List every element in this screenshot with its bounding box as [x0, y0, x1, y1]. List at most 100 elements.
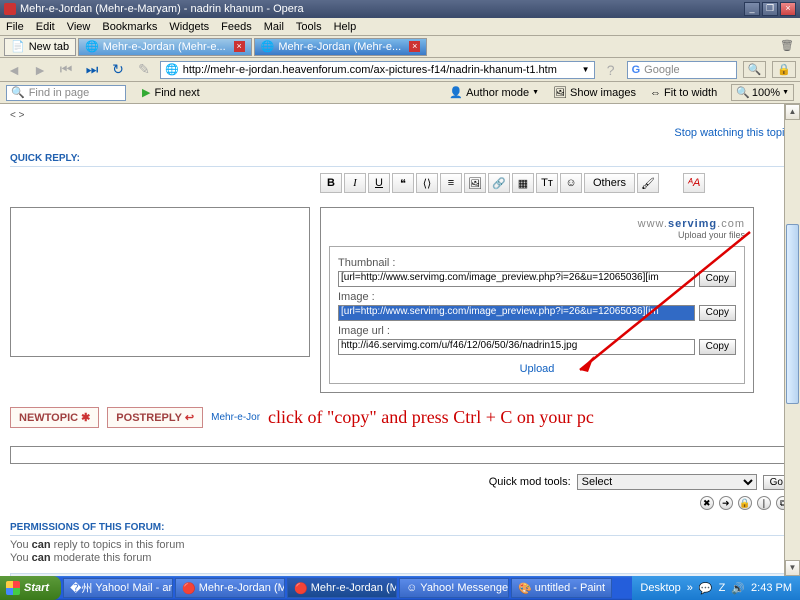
taskbar-item-active[interactable]: 🔴Mehr-e-Jordan (M... [287, 578, 397, 598]
find-next-button[interactable]: ▶ Find next [142, 86, 200, 99]
menu-edit[interactable]: Edit [36, 21, 55, 33]
tab-close-icon[interactable]: × [409, 41, 420, 52]
scroll-up-button[interactable]: ▲ [785, 104, 800, 120]
stop-watching-link[interactable]: Stop watching this topic [674, 127, 790, 139]
taskbar-item[interactable]: 🎨untitled - Paint [511, 578, 612, 598]
scroll-down-button[interactable]: ▼ [785, 560, 800, 576]
desktop-toggle[interactable]: Desktop [640, 582, 680, 594]
wand-button[interactable]: ✎ [134, 60, 154, 80]
fit-icon: ⇔ [650, 87, 661, 99]
list-button[interactable]: ≡ [440, 173, 462, 193]
search-box[interactable]: G Google [627, 61, 737, 79]
tab-label: Mehr-e-Jordan (Mehr-e... [103, 41, 226, 53]
others-button[interactable]: Others [584, 173, 635, 193]
postreply-button[interactable]: POSTREPLY↩ [107, 407, 203, 428]
upload-link[interactable]: Upload [520, 363, 555, 375]
editor-toolbar: B I U ❝ ⟨⟩ ≡ 🖼 🔗 ▦ Tᴛ ☺ Others 🖌 ᴬA [320, 173, 790, 193]
menu-feeds[interactable]: Feeds [221, 21, 252, 33]
emoji-button[interactable]: ☺ [560, 173, 582, 193]
taskbar-item[interactable]: 🔴Mehr-e-Jordan (M... [175, 578, 285, 598]
menu-bookmarks[interactable]: Bookmarks [102, 21, 157, 33]
video-button[interactable]: ▦ [512, 173, 534, 193]
tray-icon[interactable]: 💬 [699, 582, 713, 595]
switch-editor-button[interactable]: ᴬA [683, 173, 705, 193]
color-button[interactable]: 🖌 [637, 173, 659, 193]
clock[interactable]: 2:43 PM [751, 582, 792, 594]
mod-lock-icon[interactable]: 🔒 [738, 496, 752, 510]
scroll-thumb[interactable] [786, 224, 799, 404]
reload-button[interactable]: ↻ [108, 60, 128, 80]
tab-1[interactable]: 🌐 Mehr-e-Jordan (Mehr-e... × [78, 38, 252, 56]
menu-tools[interactable]: Tools [296, 21, 322, 33]
breadcrumb-link[interactable]: Mehr-e-Jor [211, 412, 260, 423]
taskbar-item[interactable]: ☺Yahoo! Messenger [399, 578, 509, 598]
fastforward-button[interactable]: ⏭ [82, 60, 102, 80]
menu-widgets[interactable]: Widgets [169, 21, 209, 33]
imageurl-input[interactable]: http://i46.servimg.com/u/f46/12/06/50/36… [338, 339, 695, 355]
tab-new[interactable]: 📄 New tab [4, 38, 76, 56]
dropdown-icon: ▼ [532, 89, 539, 96]
chevron-icon[interactable]: » [687, 582, 693, 594]
find-bar: 🔍 Find in page ▶ Find next 👤 Author mode… [0, 82, 800, 104]
code-button[interactable]: ⟨⟩ [416, 173, 438, 193]
menu-view[interactable]: View [67, 21, 91, 33]
tray-icon[interactable]: 🔊 [731, 582, 745, 595]
help-icon[interactable]: ? [601, 60, 621, 80]
menu-help[interactable]: Help [334, 21, 357, 33]
nav-bar: ◄ ► ⏮ ⏭ ↻ ✎ 🌐 ▼ ? G Google 🔍 🔒 [0, 58, 800, 82]
newtopic-button[interactable]: NEWTOPIC✱ [10, 407, 99, 428]
reply-textarea[interactable] [10, 207, 310, 357]
address-bar[interactable]: 🌐 ▼ [160, 61, 595, 79]
menu-file[interactable]: File [6, 21, 24, 33]
tab-2-active[interactable]: 🌐 Mehr-e-Jordan (Mehr-e... × [254, 38, 428, 56]
maximize-button[interactable]: ❐ [762, 2, 778, 16]
newtopic-label: NEWTOPIC [19, 412, 78, 424]
zoom-control[interactable]: 🔍 100% ▼ [731, 84, 794, 101]
back-button[interactable]: ◄ [4, 60, 24, 80]
start-button[interactable]: Start [0, 576, 61, 600]
view-button[interactable]: 🔍 [743, 61, 767, 78]
find-next-label: Find next [154, 87, 199, 99]
mod-move-icon[interactable]: ➜ [719, 496, 733, 510]
modtools-select[interactable]: Select [577, 474, 757, 490]
copy-image-button[interactable]: Copy [699, 305, 736, 321]
quote-button[interactable]: ❝ [392, 173, 414, 193]
search-icon: 🔍 [11, 86, 25, 99]
bold-button[interactable]: B [320, 173, 342, 193]
image-button[interactable]: 🖼 [464, 173, 486, 193]
windows-icon [6, 581, 20, 595]
security-button[interactable]: 🔒 [772, 61, 796, 78]
menu-mail[interactable]: Mail [264, 21, 284, 33]
vertical-scrollbar[interactable]: ▲ ▼ [784, 104, 800, 576]
link-button[interactable]: 🔗 [488, 173, 510, 193]
tab-label: Mehr-e-Jordan (Mehr-e... [278, 41, 401, 53]
mod-split-icon[interactable]: ❘ [757, 496, 771, 510]
site-icon: 🌐 [165, 63, 179, 76]
trash-icon[interactable]: 🗑 [780, 39, 796, 55]
rewind-button[interactable]: ⏮ [56, 60, 76, 80]
image-input[interactable]: [url=http://www.servimg.com/image_previe… [338, 305, 695, 321]
italic-button[interactable]: I [344, 173, 366, 193]
author-mode-button[interactable]: 👤 Author mode ▼ [449, 86, 539, 99]
dropdown-icon[interactable]: ▼ [582, 65, 590, 74]
show-images-button[interactable]: 🖼 Show images [553, 86, 636, 99]
copy-thumbnail-button[interactable]: Copy [699, 271, 736, 287]
fit-width-button[interactable]: ⇔ Fit to width [650, 87, 717, 99]
taskbar-item[interactable]: �州Yahoo! Mail - arsalan... [63, 578, 173, 598]
minimize-button[interactable]: _ [744, 2, 760, 16]
find-input[interactable]: 🔍 Find in page [6, 85, 126, 101]
address-input[interactable] [183, 64, 578, 76]
tab-close-icon[interactable]: × [234, 41, 245, 52]
jump-input[interactable] [10, 446, 790, 464]
tray-icon[interactable]: Z [719, 582, 726, 594]
copy-url-button[interactable]: Copy [699, 339, 736, 355]
forward-button[interactable]: ► [30, 60, 50, 80]
search-placeholder: Google [644, 64, 679, 76]
author-icon: 👤 [449, 86, 463, 99]
size-button[interactable]: Tᴛ [536, 173, 558, 193]
underline-button[interactable]: U [368, 173, 390, 193]
close-button[interactable]: × [780, 2, 796, 16]
mod-delete-icon[interactable]: ✖ [700, 496, 714, 510]
permissions-heading: PERMISSIONS OF THIS FORUM: [10, 522, 790, 536]
thumbnail-input[interactable]: [url=http://www.servimg.com/image_previe… [338, 271, 695, 287]
